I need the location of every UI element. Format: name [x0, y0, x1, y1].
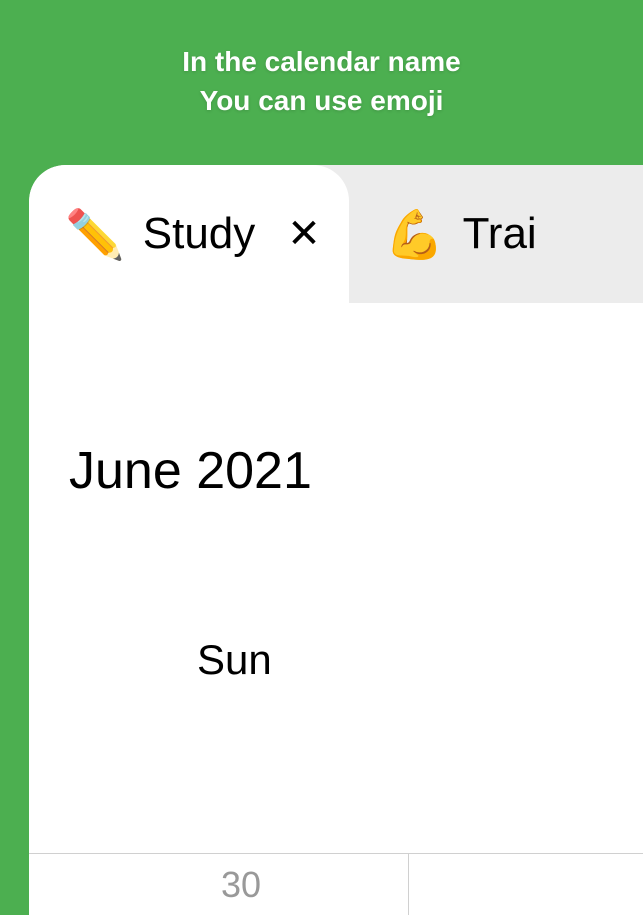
- close-tab-button[interactable]: ✕: [287, 211, 321, 257]
- tab-label: Study: [143, 209, 256, 259]
- month-title: June 2021: [69, 303, 639, 501]
- calendar-content: June 2021 Sun: [29, 303, 643, 903]
- day-header-sun: Sun: [69, 501, 639, 684]
- tab-train[interactable]: 💪 Trai: [349, 165, 573, 303]
- promo-header-line2: You can use emoji: [0, 81, 643, 120]
- pencil-icon: ✏️: [65, 206, 125, 263]
- tabs-row: ✏️ Study ✕ 💪 Trai: [29, 165, 643, 303]
- tab-label: Trai: [463, 209, 537, 259]
- promo-header-line1: In the calendar name: [0, 42, 643, 81]
- promo-header: In the calendar name You can use emoji: [0, 0, 643, 120]
- app-window: ✏️ Study ✕ 💪 Trai June 2021 Sun 30: [29, 165, 643, 915]
- calendar-grid-row: 30: [29, 853, 643, 915]
- tab-study[interactable]: ✏️ Study ✕: [29, 165, 349, 303]
- calendar-cell-prev-month[interactable]: 30: [29, 854, 409, 915]
- flex-arm-icon: 💪: [385, 206, 445, 263]
